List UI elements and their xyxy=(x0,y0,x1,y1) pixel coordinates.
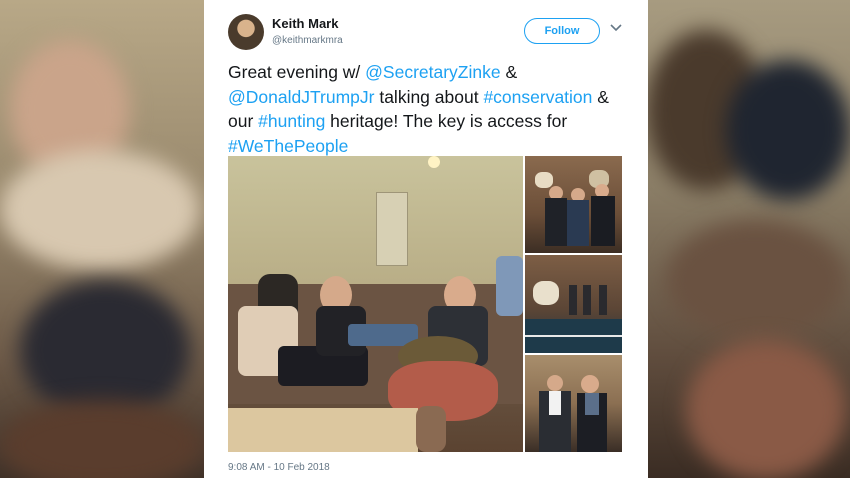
tweet-timestamp[interactable]: 9:08 AM - 10 Feb 2018 xyxy=(228,462,330,473)
hashtag-link[interactable]: #hunting xyxy=(258,111,325,131)
mention-link[interactable]: @DonaldJTrumpJr xyxy=(228,87,374,107)
tweet-text-plain: Great evening w/ xyxy=(228,62,366,82)
follow-button[interactable]: Follow xyxy=(524,18,600,44)
user-handle[interactable]: @keithmarkmra xyxy=(272,35,343,46)
tweet-photo-middle[interactable] xyxy=(525,255,622,353)
chevron-down-icon[interactable] xyxy=(610,24,622,35)
hashtag-link[interactable]: #WeThePeople xyxy=(228,136,348,156)
avatar[interactable] xyxy=(228,14,264,50)
tweet-photo-bottom[interactable] xyxy=(525,355,622,452)
mention-link[interactable]: @SecretaryZinke xyxy=(365,62,500,82)
blurred-background-right xyxy=(646,0,850,478)
tweet-card: Keith Mark @keithmarkmra Follow Great ev… xyxy=(204,0,648,478)
display-name[interactable]: Keith Mark xyxy=(272,16,338,31)
tweet-text-plain: talking about xyxy=(374,86,484,107)
tweet-text-plain: heritage! The key is access for xyxy=(325,111,568,131)
tweet-text-plain: & xyxy=(500,62,518,82)
hashtag-link[interactable]: #conservation xyxy=(483,87,592,107)
blurred-background-left xyxy=(0,0,204,478)
tweet-photo-top[interactable] xyxy=(525,156,622,253)
tweet-text: Great evening w/ @SecretaryZinke & @Dona… xyxy=(228,60,628,158)
tweet-photo-main[interactable] xyxy=(228,156,523,452)
